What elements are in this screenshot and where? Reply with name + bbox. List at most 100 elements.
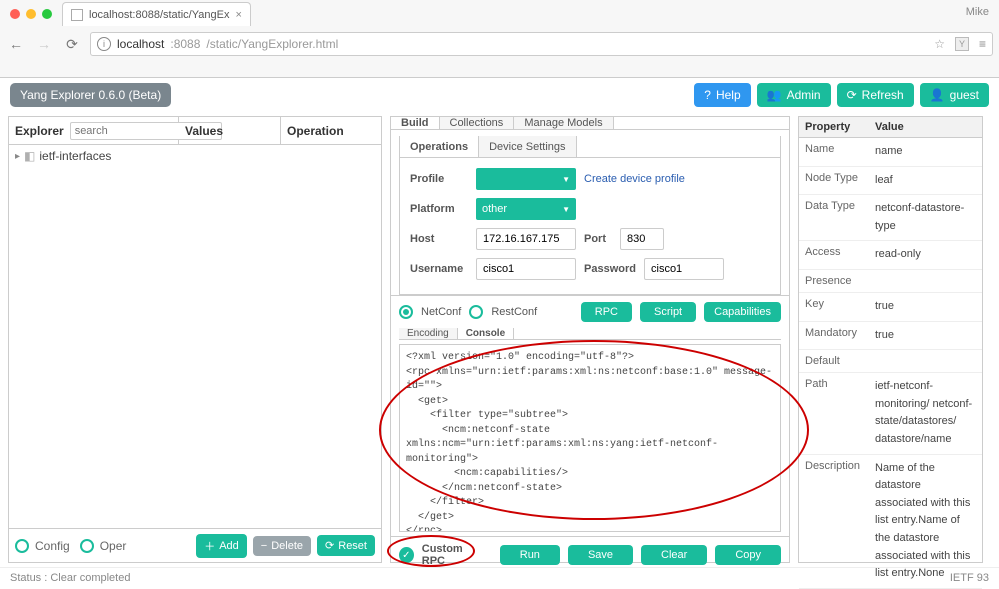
browser-chrome: localhost:8088/static/YangEx × Mike ← → … <box>0 0 999 78</box>
app-header: Yang Explorer 0.6.0 (Beta) ?Help 👥Admin … <box>0 78 999 112</box>
main: Explorer Values Operation ▸ ◧ ietf-inter… <box>0 112 999 567</box>
tab-build[interactable]: Build <box>391 117 440 129</box>
browser-tab[interactable]: localhost:8088/static/YangEx × <box>62 2 251 26</box>
save-button[interactable]: Save <box>568 545 633 565</box>
help-button[interactable]: ?Help <box>694 83 750 107</box>
custom-rpc-label: Custom RPC <box>422 543 484 567</box>
prop-value: read-only <box>869 241 982 270</box>
platform-select[interactable]: other▼ <box>476 198 576 220</box>
prop-value <box>869 350 982 373</box>
tab-close-icon[interactable]: × <box>235 9 241 21</box>
property-row: Keytrue <box>799 292 982 321</box>
copy-button[interactable]: Copy <box>715 545 781 565</box>
console-tab[interactable]: Console <box>458 328 514 339</box>
username-label: Username <box>410 263 468 275</box>
subtab-operations[interactable]: Operations <box>400 136 479 157</box>
console-output[interactable]: <?xml version="1.0" encoding="utf-8"?> <… <box>399 344 781 532</box>
tab-collections[interactable]: Collections <box>440 117 515 129</box>
capabilities-button[interactable]: Capabilities <box>704 302 781 322</box>
password-label: Password <box>584 263 636 275</box>
admin-button[interactable]: 👥Admin <box>757 83 831 107</box>
help-icon: ? <box>704 88 711 102</box>
prop-value: name <box>869 138 982 167</box>
users-icon: 👥 <box>767 88 782 102</box>
refresh-icon: ⟳ <box>847 88 857 102</box>
tree-item-label: ietf-interfaces <box>39 149 111 163</box>
reset-button[interactable]: ⟳ Reset <box>317 535 375 556</box>
subtab-device[interactable]: Device Settings <box>479 136 576 157</box>
create-profile-link[interactable]: Create device profile <box>584 173 685 185</box>
prop-key: Path <box>799 373 869 454</box>
prop-key: Description <box>799 454 869 588</box>
script-button[interactable]: Script <box>640 302 696 322</box>
prop-value: ietf-netconf-monitoring/ netconf-state/d… <box>869 373 982 454</box>
reload-icon[interactable]: ⟳ <box>62 36 82 53</box>
property-row: Pathietf-netconf-monitoring/ netconf-sta… <box>799 373 982 454</box>
tab-title: localhost:8088/static/YangEx <box>89 9 229 21</box>
restconf-radio[interactable] <box>469 305 483 319</box>
operation-header: Operation <box>281 117 381 144</box>
address-bar[interactable]: i localhost:8088/static/YangExplorer.htm… <box>90 32 993 56</box>
value-header: Value <box>869 117 982 138</box>
bookmark-icon[interactable] <box>934 37 945 51</box>
chevron-down-icon: ▼ <box>562 205 570 214</box>
host-label: Host <box>410 233 468 245</box>
prop-key: Mandatory <box>799 321 869 350</box>
run-button[interactable]: Run <box>500 545 560 565</box>
protocol-row: NetConf RestConf RPC Script Capabilities <box>391 295 789 328</box>
menu-icon[interactable]: ≡ <box>979 37 986 51</box>
y-extension-icon[interactable]: Y <box>955 37 969 51</box>
encoding-tab[interactable]: Encoding <box>399 328 458 339</box>
add-button[interactable]: ＋ Add <box>196 534 247 558</box>
rpc-button[interactable]: RPC <box>581 302 632 322</box>
guest-button[interactable]: 👤guest <box>920 83 989 107</box>
custom-rpc-check[interactable]: ✓ <box>399 547 414 563</box>
property-table: Property Value NamenameNode TypeleafData… <box>799 117 982 589</box>
chevron-down-icon: ▼ <box>562 175 570 184</box>
prop-value: leaf <box>869 166 982 195</box>
explorer-footer: Config Oper ＋ Add − Delete ⟳ Reset <box>9 528 381 562</box>
property-row: Namename <box>799 138 982 167</box>
tab-manage[interactable]: Manage Models <box>514 117 613 129</box>
tab-strip: localhost:8088/static/YangEx × Mike <box>0 0 999 28</box>
tree-item[interactable]: ▸ ◧ ietf-interfaces <box>15 149 375 163</box>
prop-value <box>869 269 982 292</box>
password-input[interactable] <box>644 258 724 280</box>
maximize-icon[interactable] <box>42 9 52 19</box>
username-input[interactable] <box>476 258 576 280</box>
property-row: Mandatorytrue <box>799 321 982 350</box>
url-path: /static/YangExplorer.html <box>206 37 338 51</box>
prop-key: Name <box>799 138 869 167</box>
explorer-label: Explorer <box>15 124 64 138</box>
expand-icon[interactable]: ▸ <box>15 151 20 162</box>
user-icon: 👤 <box>930 88 945 102</box>
refresh-button[interactable]: ⟳Refresh <box>837 83 914 107</box>
oper-label: Oper <box>100 539 127 553</box>
profile-select[interactable]: ▼ <box>476 168 576 190</box>
port-label: Port <box>584 233 612 245</box>
profile-label: Profile <box>410 173 468 185</box>
clear-button[interactable]: Clear <box>641 545 707 565</box>
site-info-icon[interactable]: i <box>97 37 111 51</box>
prop-value: true <box>869 292 982 321</box>
netconf-radio[interactable] <box>399 305 413 319</box>
property-row: Default <box>799 350 982 373</box>
host-input[interactable] <box>476 228 576 250</box>
back-icon[interactable]: ← <box>6 36 26 52</box>
close-icon[interactable] <box>10 9 20 19</box>
forward-icon[interactable]: → <box>34 36 54 52</box>
property-row: Node Typeleaf <box>799 166 982 195</box>
console-footer: ✓ Custom RPC Run Save Clear Copy <box>391 536 789 573</box>
minimize-icon[interactable] <box>26 9 36 19</box>
restconf-label: RestConf <box>491 306 537 318</box>
explorer-header: Explorer <box>9 117 179 144</box>
prop-value: Name of the datastore associated with th… <box>869 454 982 588</box>
model-tree: ▸ ◧ ietf-interfaces <box>9 145 381 528</box>
config-radio[interactable] <box>15 539 29 553</box>
url-port: :8088 <box>170 37 200 51</box>
delete-button[interactable]: − Delete <box>253 536 311 556</box>
port-input[interactable] <box>620 228 664 250</box>
oper-radio[interactable] <box>80 539 94 553</box>
prop-key: Presence <box>799 269 869 292</box>
explorer-panel: Explorer Values Operation ▸ ◧ ietf-inter… <box>8 116 382 563</box>
